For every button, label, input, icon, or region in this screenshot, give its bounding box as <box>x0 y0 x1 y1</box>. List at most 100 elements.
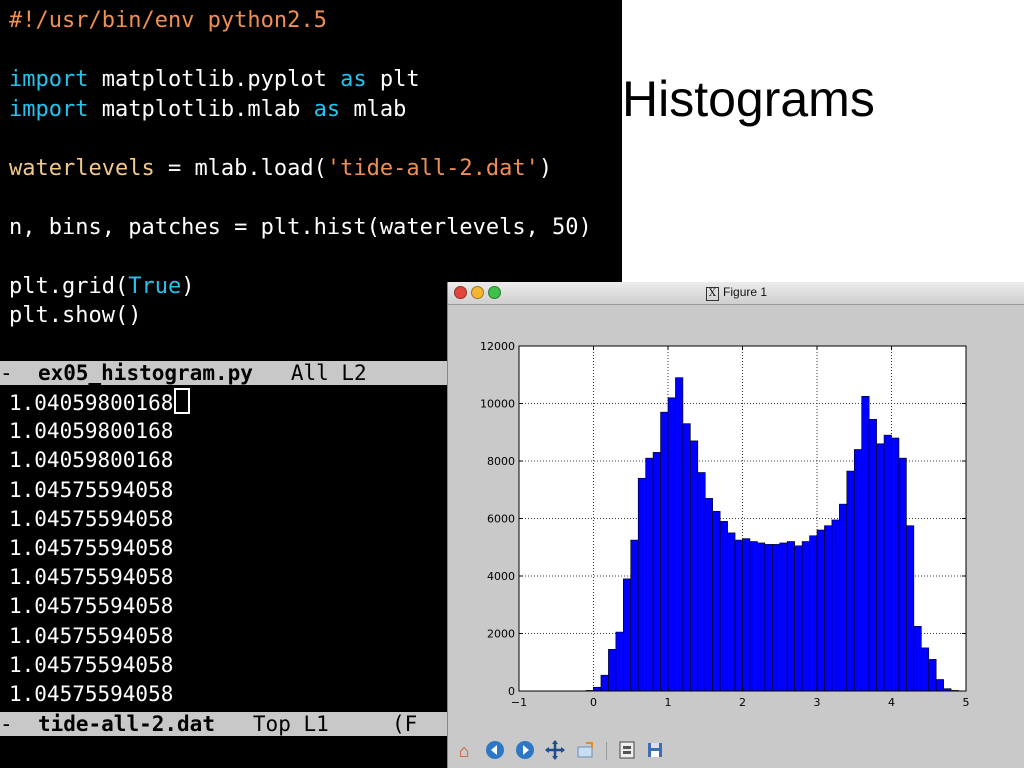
figure-window[interactable]: X Figure 1 −1 0 1 2 3 4 5 0 2000 4000 6000 8000 10000… <box>447 282 1024 768</box>
forward-icon[interactable] <box>514 740 536 762</box>
y-tick-label: 4000 <box>487 570 515 583</box>
code-token: True <box>128 273 182 299</box>
code-line: #!/usr/bin/env python2.5 <box>9 8 327 34</box>
data-value: 1.04059800168 <box>9 419 174 444</box>
code-token: as <box>313 96 341 122</box>
code-token: import <box>9 96 89 122</box>
histogram-bar <box>757 542 766 692</box>
code-token: ) <box>538 155 553 181</box>
x-tick-label: 5 <box>963 696 970 709</box>
modeline-filename: tide-all-2.dat <box>37 712 215 736</box>
histogram-bar <box>637 477 646 692</box>
data-line: 1.04575594058 <box>9 505 173 533</box>
code-line: plt.grid(True) <box>9 274 194 300</box>
y-tick-label: 8000 <box>487 455 515 468</box>
modeline-position: All L2 <box>290 361 367 385</box>
data-line: 1.04575594058 <box>9 651 173 679</box>
histogram-bar <box>876 443 885 692</box>
data-line: 1.04059800168 <box>9 417 173 445</box>
histogram-bar <box>675 377 684 692</box>
code-token: #!/usr/bin/env python2.5 <box>9 8 327 33</box>
histogram-bar <box>794 545 803 692</box>
x-tick-label: 0 <box>590 696 597 709</box>
y-tick-label: 6000 <box>487 513 515 526</box>
data-line: 1.04575594058 <box>9 534 173 562</box>
code-token: matplotlib.mlab <box>88 96 314 122</box>
modeline-dash: - <box>0 361 13 385</box>
data-value: 1.04059800168 <box>9 448 174 473</box>
histogram-bar <box>846 470 855 692</box>
histogram-bar <box>928 659 937 692</box>
data-value: 1.04575594058 <box>9 565 174 590</box>
data-line: 1.04575594058 <box>9 622 173 650</box>
data-line: 1.04059800168 <box>9 446 173 474</box>
histogram-bar <box>608 649 617 692</box>
data-value: 1.04575594058 <box>9 652 174 677</box>
pan-icon[interactable] <box>544 740 566 762</box>
data-line: 1.04575594058 <box>9 476 173 504</box>
code-token: = mlab.load( <box>154 155 327 181</box>
histogram-bar <box>660 411 669 692</box>
data-value: 1.04575594058 <box>9 477 174 502</box>
histogram-bar <box>719 521 728 692</box>
histogram-bar <box>630 539 639 692</box>
code-line: waterlevels = mlab.load('tide-all-2.dat'… <box>9 156 552 182</box>
histogram-bar <box>690 440 699 692</box>
y-tick-label: 2000 <box>487 628 515 641</box>
y-tick-label: 10000 <box>480 398 515 411</box>
code-line: import matplotlib.mlab as mlab <box>9 97 406 123</box>
x-tick-label: 2 <box>739 696 746 709</box>
code-line: n, bins, patches = plt.hist(waterlevels,… <box>9 215 592 241</box>
histogram-bar <box>786 541 795 692</box>
histogram-bar <box>868 419 877 692</box>
histogram-bar <box>839 503 848 692</box>
histogram-bar <box>898 457 907 692</box>
histogram-bar <box>906 525 915 692</box>
x-tick-label: 4 <box>888 696 895 709</box>
window-title: X Figure 1 <box>448 285 1024 301</box>
code-token: import <box>9 67 89 92</box>
histogram-bar <box>682 423 691 692</box>
histogram-bar <box>809 535 818 692</box>
data-value: 1.04575594058 <box>9 682 174 706</box>
back-icon[interactable] <box>484 740 506 762</box>
data-value: 1.04059800168 <box>9 391 174 415</box>
data-line: 1.04575594058 <box>9 563 173 591</box>
data-value: 1.04575594058 <box>9 623 174 648</box>
y-tick-label: 12000 <box>480 340 515 353</box>
x-tick-label: 3 <box>814 696 821 709</box>
histogram-bar <box>615 631 624 692</box>
zoom-rect-icon[interactable] <box>574 740 596 762</box>
histogram-bar <box>824 525 833 692</box>
figure-toolbar: ⌂ <box>448 734 1024 768</box>
code-token: matplotlib.pyplot <box>88 67 341 92</box>
histogram-bar <box>600 674 609 692</box>
histogram-bar <box>935 679 944 692</box>
histogram-bar <box>623 578 632 692</box>
home-icon[interactable]: ⌂ <box>453 740 475 762</box>
histogram-bar <box>891 437 900 692</box>
configure-subplots-icon[interactable] <box>616 740 638 762</box>
modeline-dash: - <box>0 712 13 736</box>
code-token: waterlevels <box>9 155 155 181</box>
histogram-bar <box>652 452 661 692</box>
modeline-position: Top L1 <box>252 712 329 736</box>
code-token: as <box>340 67 367 92</box>
window-title-text: Figure 1 <box>723 285 768 299</box>
x-tick-label: 1 <box>665 696 672 709</box>
histogram-chart[interactable]: −1 0 1 2 3 4 5020004000600080001000012000 <box>448 304 1024 734</box>
histogram-bar <box>779 542 788 692</box>
histogram-bar <box>727 532 736 692</box>
histogram-bar <box>704 498 713 692</box>
code-token: plt.grid( <box>9 273 129 299</box>
code-token: plt.show() <box>9 303 142 328</box>
save-icon[interactable] <box>644 740 666 762</box>
histogram-bar <box>883 434 892 692</box>
histogram-bar <box>742 538 751 692</box>
histogram-bar <box>712 511 721 692</box>
data-value: 1.04575594058 <box>9 594 174 619</box>
code-token: 'tide-all-2.dat' <box>326 155 539 181</box>
histogram-bar <box>801 541 810 692</box>
data-value: 1.04575594058 <box>9 506 174 531</box>
window-titlebar[interactable]: X Figure 1 <box>448 282 1024 305</box>
